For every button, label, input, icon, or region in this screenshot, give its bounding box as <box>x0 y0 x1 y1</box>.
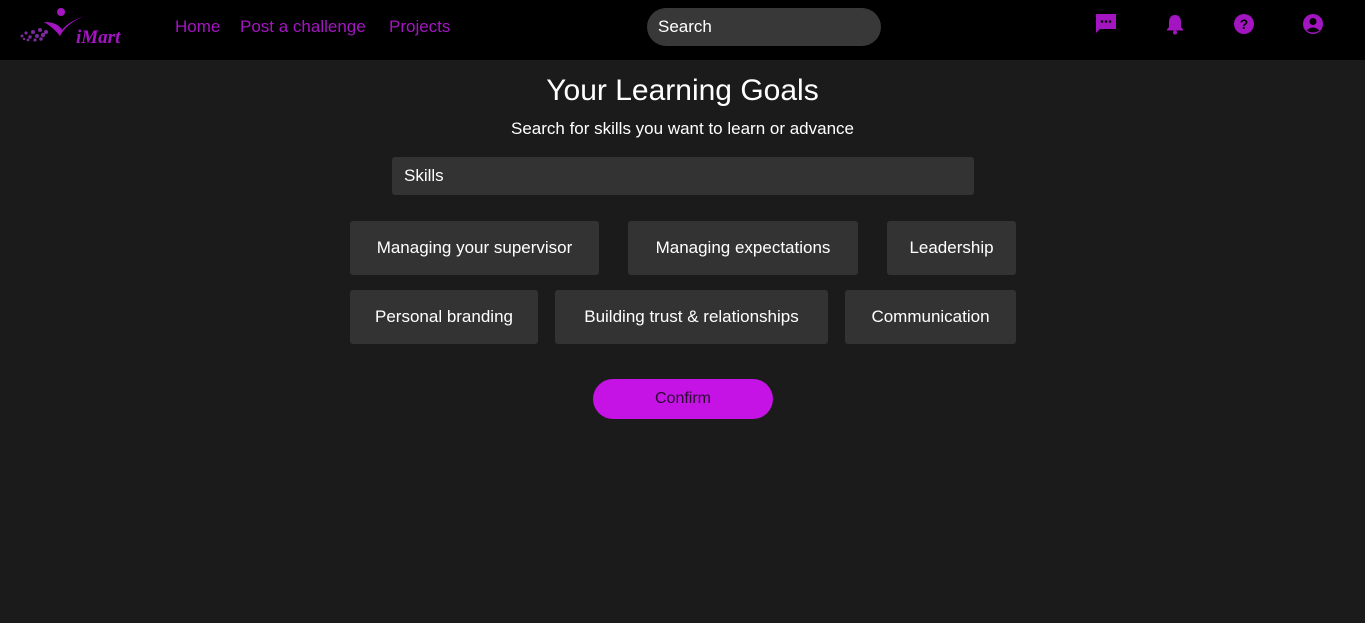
skill-chip-personal-branding[interactable]: Personal branding <box>350 290 538 344</box>
skill-chip-leadership[interactable]: Leadership <box>887 221 1016 275</box>
page-title: Your Learning Goals <box>546 74 819 107</box>
bell-icon[interactable] <box>1163 12 1187 36</box>
skills-search-input[interactable] <box>392 157 974 195</box>
skill-chip-building-trust[interactable]: Building trust & relationships <box>555 290 828 344</box>
top-navigation-bar: iMart Home Post a challenge Projects ? <box>0 0 1365 60</box>
skill-chip-managing-expectations[interactable]: Managing expectations <box>628 221 858 275</box>
nav-post-challenge-link[interactable]: Post a challenge <box>240 17 366 37</box>
skill-chip-communication[interactable]: Communication <box>845 290 1016 344</box>
account-icon[interactable] <box>1301 12 1325 36</box>
logo-graphic: iMart <box>20 8 121 48</box>
skill-chip-managing-supervisor[interactable]: Managing your supervisor <box>350 221 599 275</box>
confirm-button[interactable]: Confirm <box>593 379 773 419</box>
logo-text: iMart <box>76 27 121 48</box>
svg-text:?: ? <box>1240 16 1249 32</box>
nav-home-link[interactable]: Home <box>175 17 220 37</box>
help-icon[interactable]: ? <box>1232 12 1256 36</box>
page-subtitle: Search for skills you want to learn or a… <box>510 119 854 138</box>
imart-logo[interactable]: iMart <box>16 6 150 48</box>
search-input[interactable] <box>647 8 881 46</box>
chat-icon[interactable] <box>1094 12 1118 36</box>
nav-projects-link[interactable]: Projects <box>389 17 450 37</box>
